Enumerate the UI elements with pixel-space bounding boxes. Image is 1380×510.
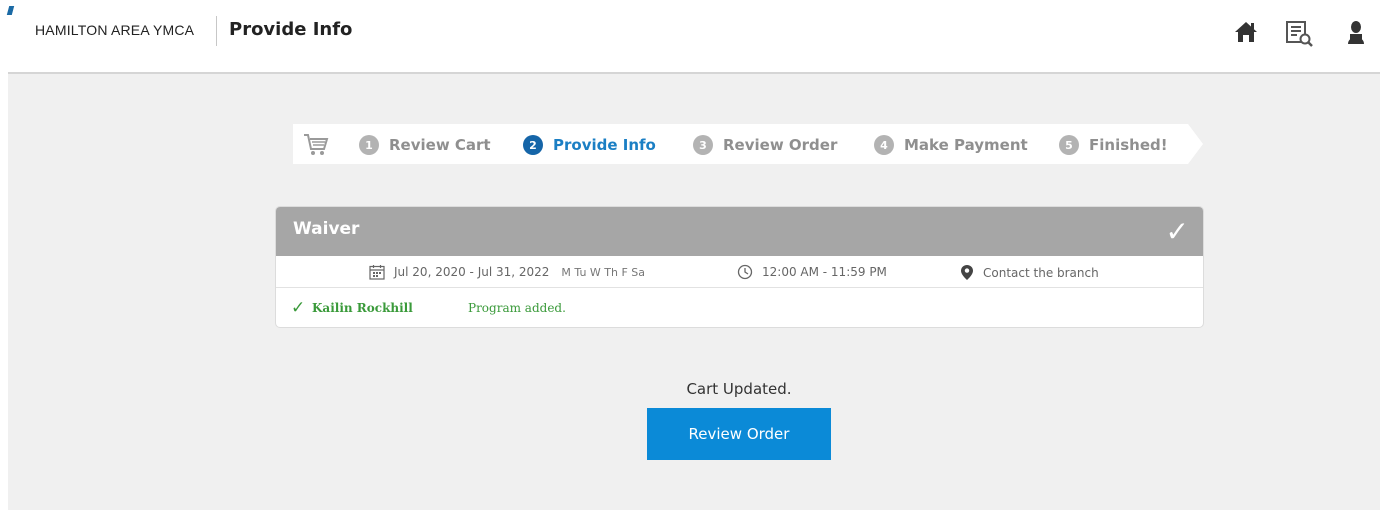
checkout-steps: 1 Review Cart 2 Provide Info 3 Review Or… [293,124,1203,164]
step-label: Make Payment [904,136,1028,154]
home-icon[interactable] [1233,20,1259,46]
clock-icon [737,264,753,280]
cart-updated-message: Cart Updated. [686,380,792,398]
step-review-cart: 1 Review Cart [359,134,491,156]
step-finished: 5 Finished! [1059,134,1168,156]
calendar-icon [369,265,385,280]
program-meta: Jul 20, 2020 - Jul 31, 2022 M Tu W Th F … [276,256,1203,288]
search-list-icon[interactable] [1285,20,1313,47]
date-range: Jul 20, 2020 - Jul 31, 2022 [394,265,550,279]
program-title: Waiver [293,219,360,239]
program-card-header: Waiver ✓ [276,207,1203,256]
org-name[interactable]: HAMILTON AREA YMCA [35,22,194,38]
program-days: M Tu W Th F Sa [561,265,646,279]
time-range: 12:00 AM - 11:59 PM [762,265,887,279]
brand-mark [6,6,15,15]
step-provide-info: 2 Provide Info [523,134,656,156]
top-bar: HAMILTON AREA YMCA Provide Info [0,0,1380,70]
step-number: 4 [874,135,894,155]
participant-name: Kailin Rockhill [312,301,413,315]
status-message: Program added. [468,301,566,315]
cart-icon [303,132,329,162]
program-time: 12:00 AM - 11:59 PM [737,264,887,280]
user-icon[interactable] [1344,20,1368,46]
success-check-icon: ✓ [291,298,306,318]
step-label: Finished! [1089,136,1168,154]
header-divider [216,16,217,46]
checkmark-icon: ✓ [1165,215,1189,248]
review-order-button[interactable]: Review Order [647,408,831,460]
step-review-order: 3 Review Order [693,134,837,156]
program-dates: Jul 20, 2020 - Jul 31, 2022 M Tu W Th F … [369,264,645,280]
step-label: Review Cart [389,136,491,154]
program-location: Contact the branch [960,264,1099,281]
program-card: Waiver ✓ Jul 20, 2020 - Jul 31, 2022 M T… [275,206,1204,328]
step-number: 3 [693,135,713,155]
page-title: Provide Info [229,19,353,40]
step-number: 2 [523,135,543,155]
location-text: Contact the branch [983,265,1099,280]
step-label: Provide Info [553,136,656,154]
step-label: Review Order [723,136,838,154]
step-number: 1 [359,135,379,155]
participant-status: ✓ Kailin Rockhill Program added. [276,289,1203,327]
location-pin-icon [961,265,973,280]
step-number: 5 [1059,135,1079,155]
step-make-payment: 4 Make Payment [874,134,1028,156]
